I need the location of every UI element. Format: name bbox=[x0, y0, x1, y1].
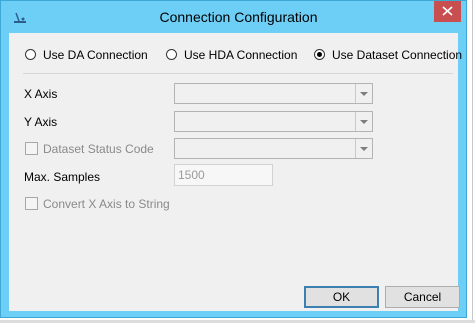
connection-configuration-dialog: Connection Configuration Use DA Connecti… bbox=[0, 0, 467, 318]
y-axis-label: Y Axis bbox=[24, 115, 58, 129]
close-icon bbox=[442, 6, 453, 16]
convert-x-axis-checkbox[interactable] bbox=[25, 197, 38, 210]
radio-use-da-connection[interactable]: Use DA Connection bbox=[25, 47, 165, 64]
dialog-title: Connection Configuration bbox=[159, 9, 318, 25]
radio-button[interactable] bbox=[25, 49, 36, 60]
max-samples-label: Max. Samples bbox=[24, 170, 101, 184]
y-axis-dropdown[interactable] bbox=[174, 111, 373, 132]
x-axis-label: X Axis bbox=[24, 87, 58, 101]
chevron-down-icon[interactable] bbox=[355, 139, 372, 158]
radio-button[interactable] bbox=[166, 49, 177, 60]
radio-label: Use Dataset Connection bbox=[332, 48, 463, 62]
radio-label: Use DA Connection bbox=[43, 48, 148, 62]
max-samples-input[interactable]: 1500 bbox=[174, 164, 273, 186]
cancel-button[interactable]: Cancel bbox=[385, 286, 460, 308]
dialog-body: Use DA Connection Use HDA Connection Use… bbox=[9, 33, 462, 311]
title-bar[interactable]: Connection Configuration bbox=[1, 1, 466, 33]
dataset-status-code-checkbox[interactable] bbox=[25, 142, 38, 155]
chevron-down-icon[interactable] bbox=[355, 84, 372, 103]
x-axis-dropdown[interactable] bbox=[174, 83, 373, 104]
radio-button-selected[interactable] bbox=[314, 49, 325, 60]
background-divider bbox=[472, 0, 473, 323]
convert-x-axis-label: Convert X Axis to String bbox=[43, 197, 170, 211]
radio-use-hda-connection[interactable]: Use HDA Connection bbox=[166, 47, 306, 64]
dataset-status-code-label: Dataset Status Code bbox=[43, 142, 154, 156]
chevron-down-icon[interactable] bbox=[355, 112, 372, 131]
radio-use-dataset-connection[interactable]: Use Dataset Connection bbox=[314, 47, 462, 64]
dataset-status-code-dropdown[interactable] bbox=[174, 138, 373, 159]
ok-button[interactable]: OK bbox=[304, 286, 379, 308]
close-button[interactable] bbox=[434, 1, 461, 22]
radio-label: Use HDA Connection bbox=[184, 48, 298, 62]
section-divider bbox=[23, 73, 453, 74]
